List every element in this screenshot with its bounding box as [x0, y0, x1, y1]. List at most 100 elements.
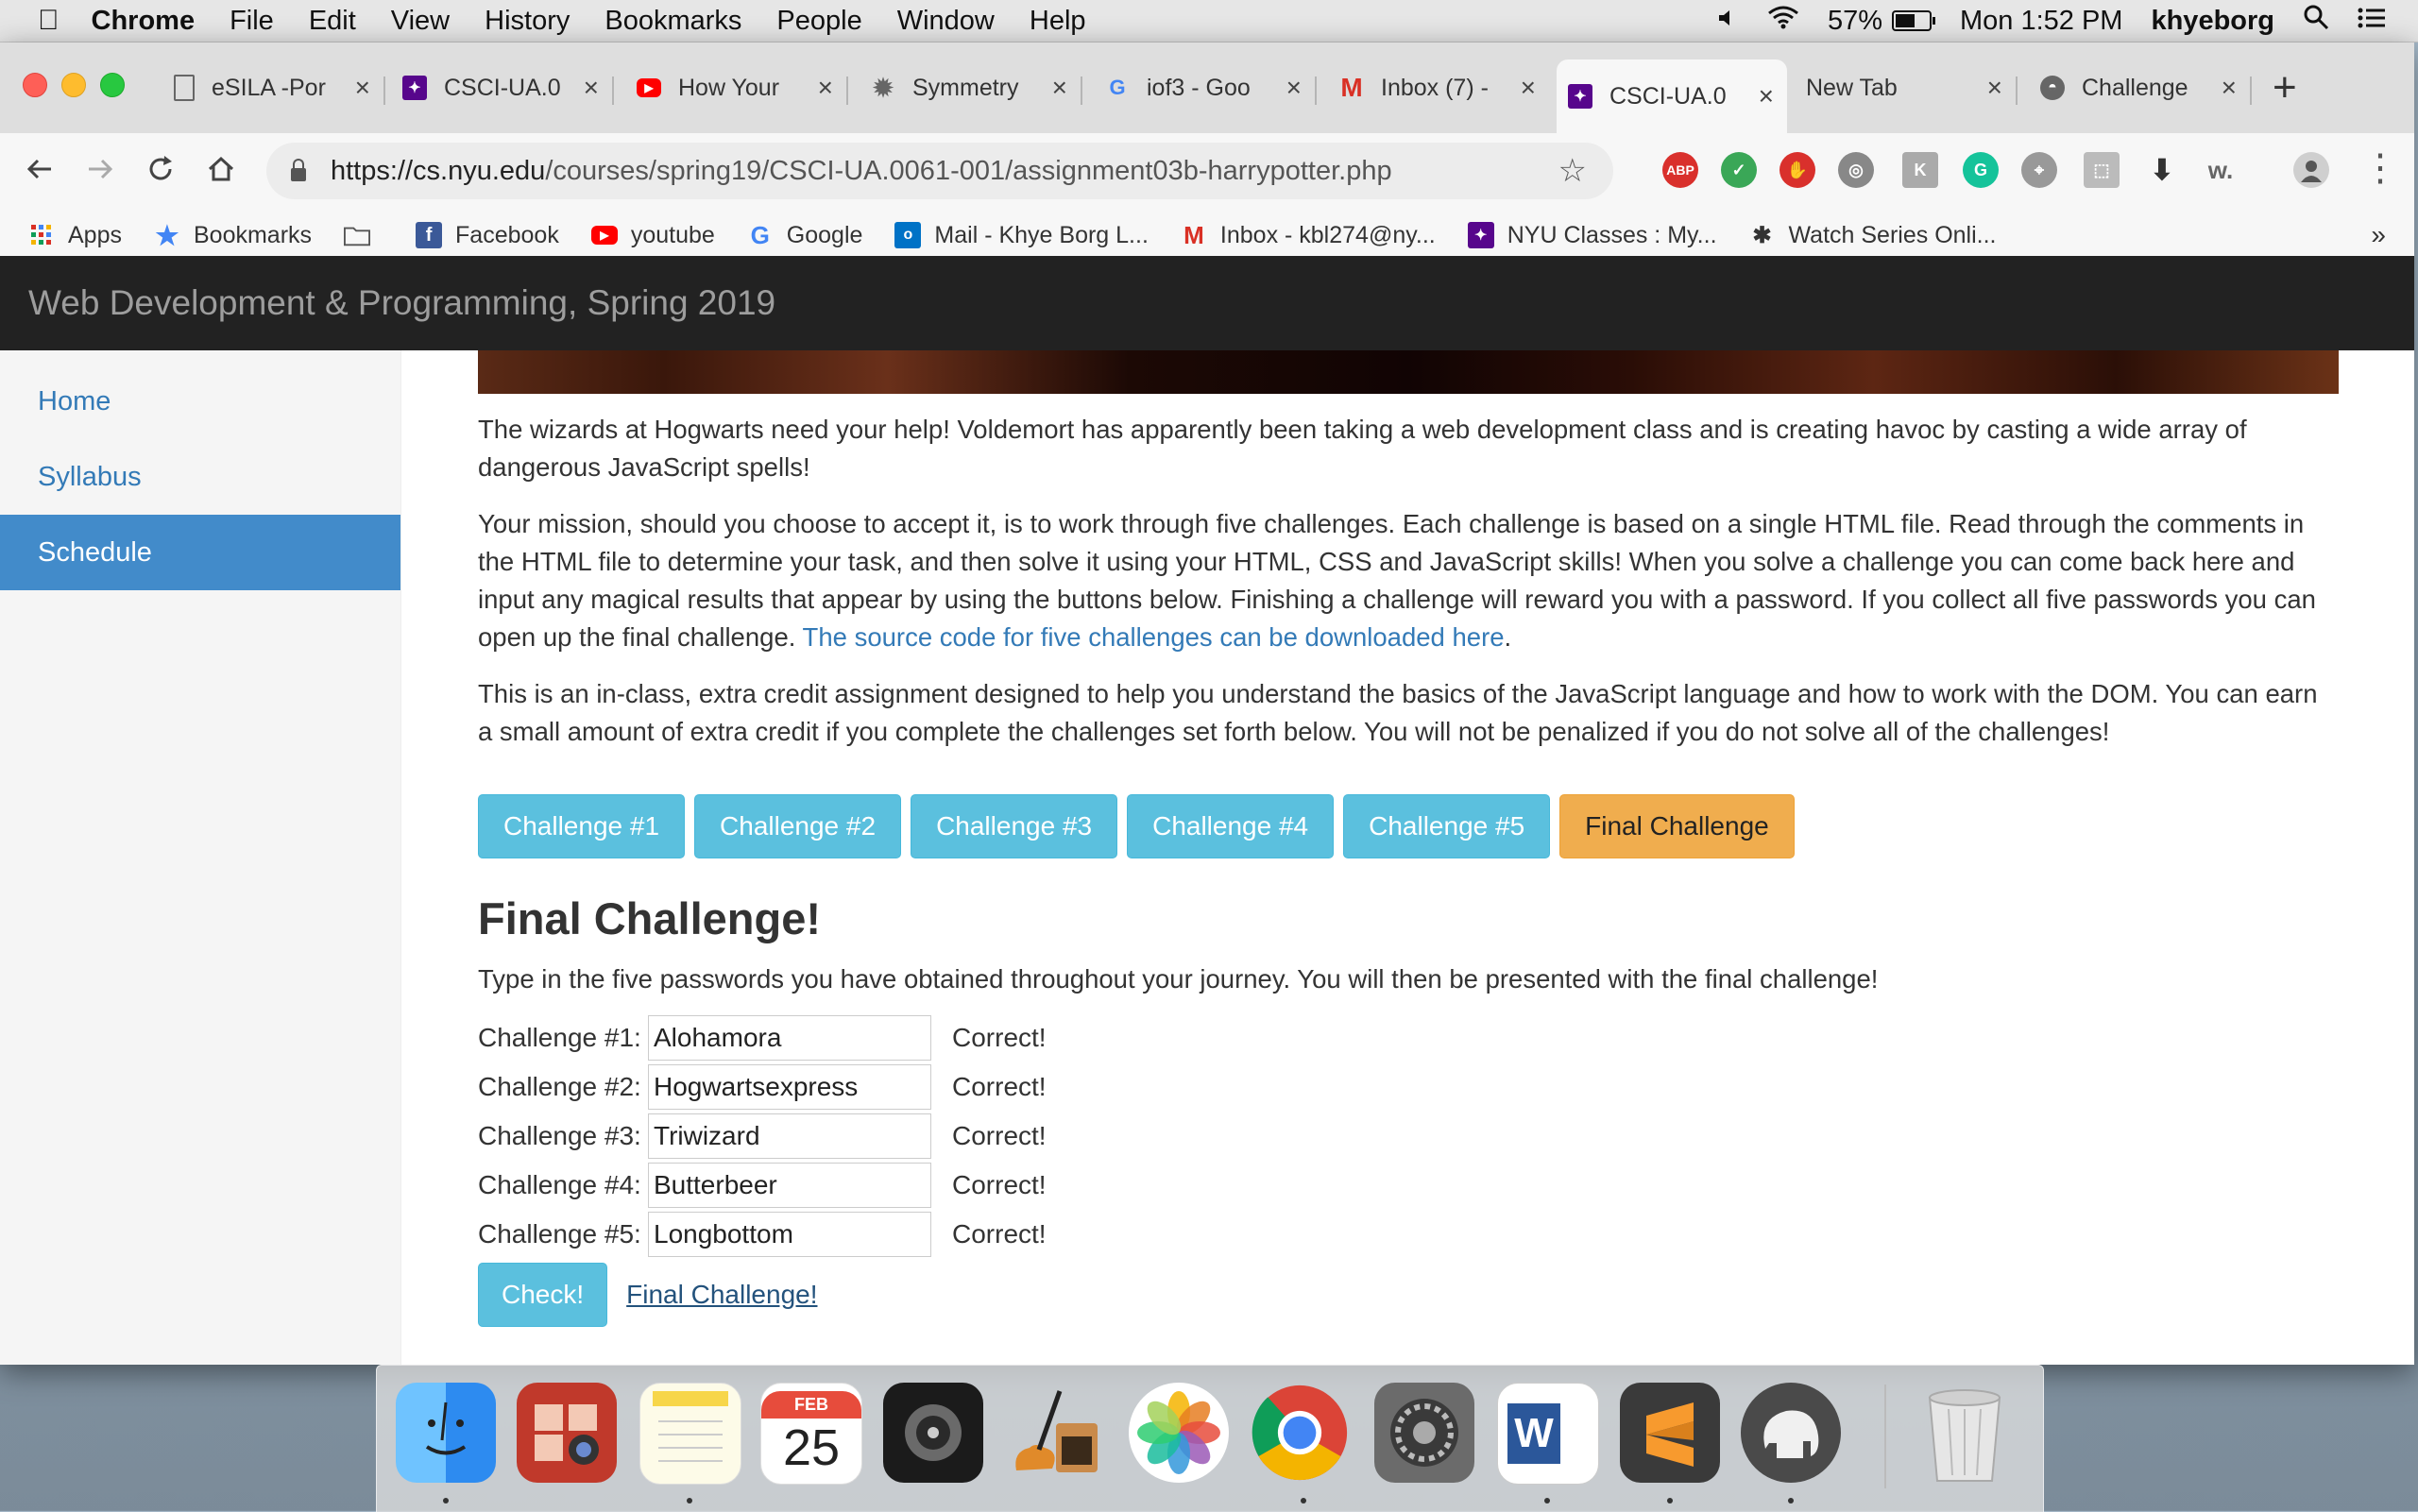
tab-close-icon[interactable]: × — [818, 73, 833, 103]
word-icon[interactable]: W — [1497, 1383, 1599, 1485]
bookmark-google[interactable]: G Google — [747, 221, 863, 249]
address-bar[interactable]: https://cs.nyu.edu/courses/spring19/CSCI… — [266, 143, 1613, 199]
clock[interactable]: Mon 1:52 PM — [1960, 6, 2122, 37]
tab-close-icon[interactable]: × — [1987, 73, 2002, 103]
sequel-pro-icon[interactable] — [1741, 1383, 1841, 1483]
tab-close-icon[interactable]: × — [1521, 73, 1536, 103]
shield-icon[interactable]: ✓ — [1721, 152, 1757, 188]
tab-symmetry[interactable]: ✹ Symmetry × — [860, 61, 1081, 114]
reel-icon[interactable]: ◎ — [1838, 152, 1874, 188]
forward-arrow-icon[interactable] — [85, 154, 115, 190]
tab-google-search[interactable]: G iof3 - Goo × — [1094, 61, 1315, 114]
tab-csci-active[interactable]: ✦ CSCI-UA.0 × — [1557, 59, 1787, 133]
source-code-link[interactable]: The source code for five challenges can … — [803, 622, 1505, 652]
new-tab-button[interactable]: + — [2273, 67, 2297, 109]
tab-close-icon[interactable]: × — [1286, 73, 1302, 103]
tab-close-icon[interactable]: × — [2222, 73, 2237, 103]
sidebar-item-syllabus[interactable]: Syllabus — [0, 439, 400, 515]
ext-w-icon[interactable]: w. — [2203, 152, 2239, 188]
bookmarks-overflow-icon[interactable]: » — [2371, 220, 2386, 250]
tab-close-icon[interactable]: × — [1052, 73, 1067, 103]
password-input-5[interactable] — [648, 1212, 931, 1257]
sublime-text-icon[interactable] — [1620, 1383, 1720, 1483]
bookmark-star-icon[interactable]: ☆ — [1558, 152, 1587, 190]
ext-k-icon[interactable]: K — [1902, 152, 1938, 188]
password-input-2[interactable] — [648, 1064, 931, 1110]
tab-close-icon[interactable]: × — [584, 73, 599, 103]
menu-edit[interactable]: Edit — [309, 6, 356, 37]
tab-new-tab[interactable]: New Tab × — [1795, 61, 2016, 114]
challenge-3-button[interactable]: Challenge #3 — [911, 794, 1118, 858]
final-challenge-button[interactable]: Final Challenge — [1559, 794, 1795, 858]
chrome-icon[interactable] — [1250, 1383, 1350, 1483]
check-button[interactable]: Check! — [478, 1263, 608, 1327]
stop-hand-icon[interactable]: ✋ — [1779, 152, 1815, 188]
bookmark-nyu-classes[interactable]: ✦ NYU Classes : My... — [1467, 222, 1717, 249]
sidebar-item-home[interactable]: Home — [0, 364, 400, 439]
minimize-window-button[interactable] — [61, 73, 86, 97]
user-name[interactable]: khyeborg — [2151, 6, 2274, 37]
tab-gmail[interactable]: M Inbox (7) - × — [1328, 61, 1549, 114]
bookmark-apps[interactable]: Apps — [28, 222, 122, 249]
password-input-1[interactable] — [648, 1015, 931, 1061]
url-text[interactable]: https://cs.nyu.edu/courses/spring19/CSCI… — [331, 156, 1392, 187]
bookmark-youtube[interactable]: ▶ youtube — [590, 222, 715, 249]
site-brand[interactable]: Web Development & Programming, Spring 20… — [28, 283, 775, 323]
bookmark-facebook[interactable]: f Facebook — [416, 222, 559, 249]
lock-icon[interactable] — [291, 159, 306, 181]
menu-file[interactable]: File — [230, 6, 274, 37]
final-challenge-link[interactable]: Final Challenge! — [626, 1280, 817, 1310]
chrome-menu-icon[interactable]: ⋮ — [2361, 146, 2399, 190]
spotlight-search-icon[interactable] — [2303, 4, 2329, 38]
download-icon[interactable]: ⬇ — [2144, 152, 2180, 188]
battery-status[interactable]: 57% — [1828, 6, 1935, 37]
adblock-plus-icon[interactable]: ABP — [1662, 152, 1698, 188]
tab-youtube[interactable]: ▶ How Your × — [625, 61, 846, 114]
wifi-icon[interactable] — [1767, 5, 1799, 37]
tab-esila[interactable]: eSILA -Por × — [162, 61, 383, 114]
photo-booth-icon[interactable] — [517, 1383, 617, 1483]
zoom-window-button[interactable] — [100, 73, 125, 97]
tab-close-icon[interactable]: × — [355, 73, 370, 103]
system-preferences-icon[interactable] — [1374, 1383, 1474, 1483]
calendar-icon[interactable]: FEB 25 — [760, 1383, 862, 1485]
menu-app-name[interactable]: Chrome — [92, 6, 196, 37]
menu-people[interactable]: People — [776, 6, 861, 37]
ext-frame-icon[interactable]: ⬚ — [2084, 152, 2120, 188]
bookmark-watch-series[interactable]: ✱ Watch Series Onli... — [1749, 222, 1996, 249]
tab-close-icon[interactable]: × — [1759, 81, 1774, 111]
back-arrow-icon[interactable] — [25, 154, 55, 190]
notes-icon[interactable] — [639, 1383, 741, 1485]
reload-icon[interactable] — [145, 154, 176, 190]
photos-icon[interactable] — [1129, 1383, 1229, 1483]
trash-icon[interactable] — [1915, 1383, 2015, 1483]
satellite-icon[interactable]: ⌖ — [2021, 152, 2057, 188]
challenge-1-button[interactable]: Challenge #1 — [478, 794, 686, 858]
finder-icon[interactable] — [396, 1383, 496, 1483]
menu-view[interactable]: View — [391, 6, 450, 37]
volume-icon[interactable] — [1716, 6, 1739, 37]
menu-history[interactable]: History — [485, 6, 570, 37]
bookmark-folder[interactable] — [344, 222, 383, 248]
tab-csci-1[interactable]: ✦ CSCI-UA.0 × — [391, 61, 612, 114]
close-window-button[interactable] — [23, 73, 47, 97]
bookmark-inbox[interactable]: M Inbox - kbl274@ny... — [1181, 221, 1436, 249]
grammarly-icon[interactable]: G — [1963, 152, 1999, 188]
challenge-4-button[interactable]: Challenge #4 — [1127, 794, 1335, 858]
tab-challenge[interactable]: ◓ Challenge × — [2029, 61, 2250, 114]
menu-help[interactable]: Help — [1030, 6, 1086, 37]
password-input-4[interactable] — [648, 1163, 931, 1208]
notification-center-icon[interactable] — [2358, 6, 2386, 37]
menu-window[interactable]: Window — [897, 6, 995, 37]
apple-icon[interactable]:  — [38, 5, 60, 37]
bookmark-mail[interactable]: o Mail - Khye Borg L... — [894, 222, 1149, 249]
challenge-2-button[interactable]: Challenge #2 — [694, 794, 902, 858]
logic-pro-icon[interactable] — [883, 1383, 983, 1483]
password-input-3[interactable] — [648, 1113, 931, 1159]
bookmark-bookmarks[interactable]: ★ Bookmarks — [154, 221, 312, 250]
home-icon[interactable] — [206, 154, 236, 190]
challenge-5-button[interactable]: Challenge #5 — [1343, 794, 1551, 858]
profile-avatar-icon[interactable] — [2293, 152, 2329, 188]
garageband-icon[interactable] — [1004, 1383, 1104, 1483]
menu-bookmarks[interactable]: Bookmarks — [604, 6, 741, 37]
